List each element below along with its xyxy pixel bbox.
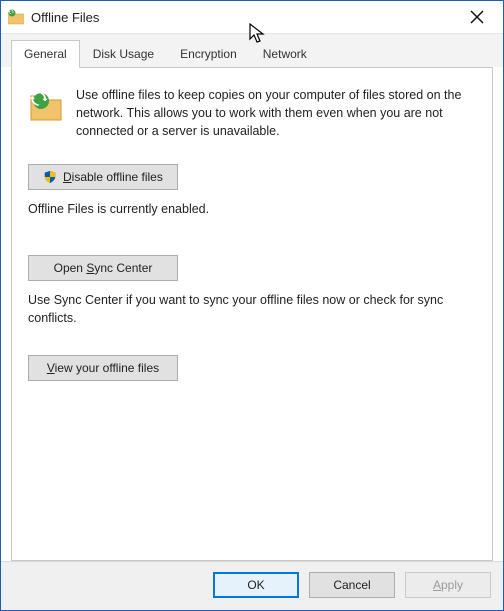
tabstrip: General Disk Usage Encryption Network <box>1 33 503 67</box>
open-sync-center-button[interactable]: Open Sync Center <box>28 255 178 281</box>
tab-encryption[interactable]: Encryption <box>167 40 250 67</box>
dialog-footer: OK Cancel Apply <box>1 561 503 610</box>
tab-network[interactable]: Network <box>250 40 320 67</box>
ok-button[interactable]: OK <box>213 572 299 598</box>
intro-text: Use offline files to keep copies on your… <box>76 86 476 140</box>
apply-button: Apply <box>405 572 491 598</box>
intro-row: Use offline files to keep copies on your… <box>28 86 476 140</box>
disable-offline-files-label: Disable offline files <box>63 170 163 184</box>
cancel-button[interactable]: Cancel <box>309 572 395 598</box>
tabpanel-general: Use offline files to keep copies on your… <box>11 67 493 561</box>
apply-label: Apply <box>433 578 463 592</box>
view-offline-files-button[interactable]: View your offline files <box>28 355 178 381</box>
uac-shield-icon <box>43 170 57 184</box>
disable-offline-files-button[interactable]: Disable offline files <box>28 164 178 190</box>
close-icon <box>470 10 484 24</box>
sync-folder-icon <box>28 88 64 124</box>
titlebar: Offline Files <box>1 1 503 33</box>
close-button[interactable] <box>457 3 497 31</box>
tab-general[interactable]: General <box>11 40 80 68</box>
open-sync-center-label: Open Sync Center <box>54 261 153 275</box>
view-offline-files-label: View your offline files <box>47 361 159 375</box>
sync-desc-text: Use Sync Center if you want to sync your… <box>28 291 476 327</box>
offline-files-dialog: Offline Files General Disk Usage Encrypt… <box>0 0 504 611</box>
offline-files-icon <box>7 8 25 26</box>
status-text: Offline Files is currently enabled. <box>28 200 476 218</box>
window-title: Offline Files <box>31 10 99 25</box>
tab-disk-usage[interactable]: Disk Usage <box>80 40 167 67</box>
